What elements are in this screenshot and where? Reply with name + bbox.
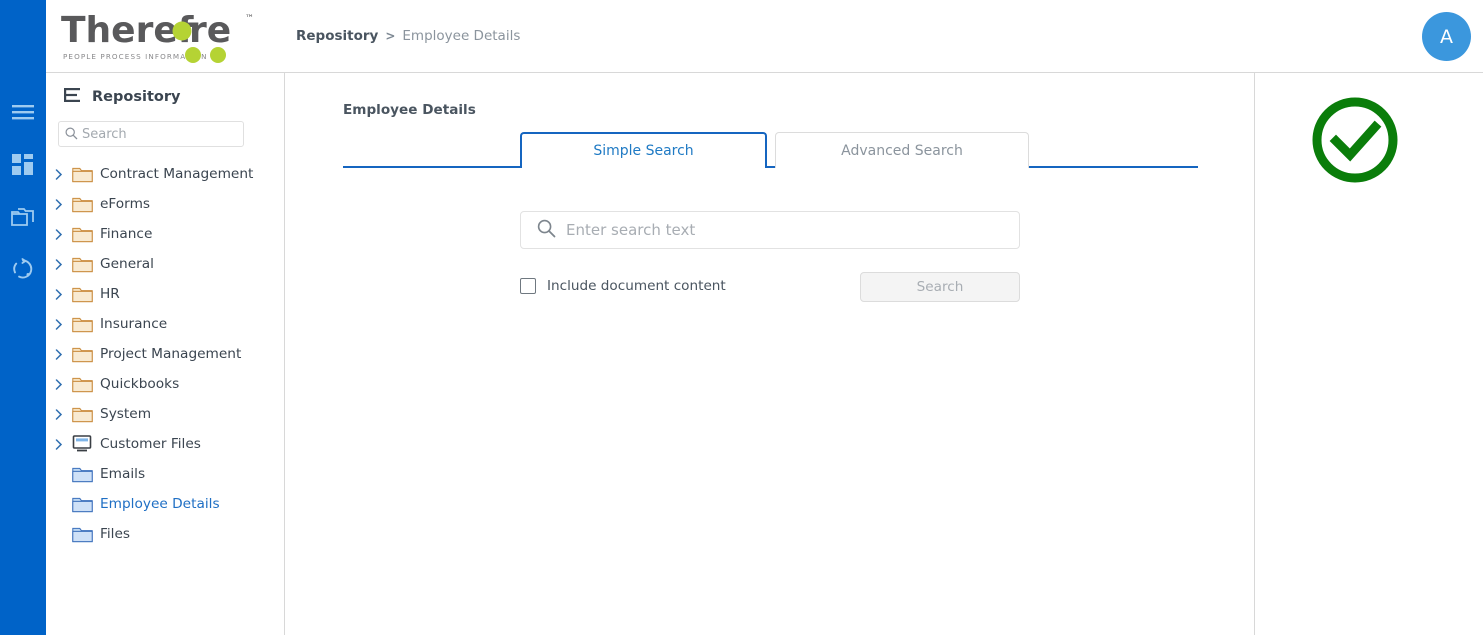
- repository-sidebar: Repository Contract Management eForms Fina…: [46, 73, 285, 635]
- tab-simple-search[interactable]: Simple Search: [520, 132, 767, 168]
- monitor-icon: [72, 435, 94, 453]
- folder-tan-icon: [72, 195, 94, 213]
- repository-header: Repository: [46, 82, 284, 112]
- tree-node-insurance[interactable]: Insurance: [46, 309, 284, 339]
- tree-node-label: eForms: [100, 196, 151, 212]
- chevron-right-icon[interactable]: [52, 227, 66, 241]
- include-document-content-row[interactable]: Include document content: [520, 278, 726, 294]
- tree-node-label: Contract Management: [100, 166, 254, 182]
- folder-tan-icon: [72, 255, 94, 273]
- tree-node-project-management[interactable]: Project Management: [46, 339, 284, 369]
- page-title: Employee Details: [343, 102, 476, 118]
- therefore-logo: Theref re ™ PEOPLE PROCESS INFORMATION: [60, 8, 260, 66]
- folder-tan-icon: [72, 225, 94, 243]
- repository-tree: Contract Management eForms Finance General H…: [46, 157, 284, 549]
- tree-node-finance[interactable]: Finance: [46, 219, 284, 249]
- app-header: Theref re ™ PEOPLE PROCESS INFORMATION R…: [46, 0, 1483, 73]
- tree-node-label: Emails: [100, 466, 146, 482]
- folders-icon[interactable]: [6, 200, 40, 234]
- sync-icon[interactable]: [6, 252, 40, 286]
- tree-node-label: Finance: [100, 226, 153, 242]
- tree-node-eforms[interactable]: eForms: [46, 189, 284, 219]
- chevron-right-icon[interactable]: [52, 257, 66, 271]
- tree-node-label: Insurance: [100, 316, 168, 332]
- app-window: Theref re ™ PEOPLE PROCESS INFORMATION R…: [0, 0, 1483, 635]
- folder-tan-icon: [72, 405, 94, 423]
- tree-node-system[interactable]: System: [46, 399, 284, 429]
- main-content: Employee Details Simple Search Advanced …: [286, 73, 1255, 635]
- breadcrumb-separator: >: [385, 29, 396, 43]
- tree-node-hr[interactable]: HR: [46, 279, 284, 309]
- folder-tan-icon: [72, 315, 94, 333]
- chevron-right-icon[interactable]: [52, 287, 66, 301]
- chevron-right-icon[interactable]: [52, 197, 66, 211]
- tab-underline: [343, 166, 1198, 168]
- search-button[interactable]: Search: [860, 272, 1020, 302]
- folder-tan-icon: [72, 285, 94, 303]
- left-icon-rail: [0, 0, 46, 635]
- chevron-right-icon[interactable]: [52, 377, 66, 391]
- chevron-right-icon[interactable]: [52, 437, 66, 451]
- chevron-right-icon[interactable]: [52, 407, 66, 421]
- tree-node-label: General: [100, 256, 154, 272]
- avatar[interactable]: A: [1422, 12, 1471, 61]
- sidebar-search[interactable]: [58, 121, 244, 147]
- tree-node-quickbooks[interactable]: Quickbooks: [46, 369, 284, 399]
- folder-blue-icon: [72, 495, 94, 513]
- tab-simple-search-label: Simple Search: [593, 143, 694, 159]
- dashboard-icon[interactable]: [6, 148, 40, 182]
- repository-title: Repository: [92, 89, 181, 105]
- include-document-content-label: Include document content: [547, 278, 726, 294]
- tree-node-files[interactable]: Files: [46, 519, 284, 549]
- right-panel: [1256, 73, 1483, 635]
- tree-node-label: HR: [100, 286, 120, 302]
- folder-tan-icon: [72, 375, 94, 393]
- tree-node-label: Employee Details: [100, 496, 220, 512]
- folder-blue-icon: [72, 465, 94, 483]
- svg-text:™: ™: [245, 14, 254, 24]
- folder-blue-icon: [72, 525, 94, 543]
- search-field[interactable]: [520, 211, 1020, 249]
- search-icon: [65, 125, 78, 144]
- breadcrumb-leaf: Employee Details: [402, 28, 521, 44]
- tree-node-employee-details[interactable]: Employee Details: [46, 489, 284, 519]
- tree-node-contract-management[interactable]: Contract Management: [46, 159, 284, 189]
- search-icon: [537, 219, 556, 242]
- breadcrumb: Repository > Employee Details: [296, 28, 520, 44]
- folder-tan-icon: [72, 345, 94, 363]
- search-input[interactable]: [566, 221, 1019, 239]
- tree-node-label: System: [100, 406, 152, 422]
- tree-node-customer-files[interactable]: Customer Files: [46, 429, 284, 459]
- search-button-label: Search: [916, 279, 964, 295]
- svg-text:re: re: [189, 10, 231, 51]
- check-circle-icon: [1310, 95, 1400, 185]
- breadcrumb-root[interactable]: Repository: [296, 28, 378, 44]
- tree-node-general[interactable]: General: [46, 249, 284, 279]
- tab-advanced-search-label: Advanced Search: [841, 142, 963, 159]
- tree-node-label: Quickbooks: [100, 376, 180, 392]
- tab-advanced-search[interactable]: Advanced Search: [775, 132, 1029, 168]
- folder-tan-icon: [72, 165, 94, 183]
- tree-node-label: Customer Files: [100, 436, 201, 452]
- tree-hierarchy-icon: [64, 87, 82, 107]
- tree-node-label: Files: [100, 526, 131, 542]
- search-tabs: Simple Search Advanced Search: [343, 132, 1198, 168]
- include-document-content-checkbox[interactable]: [520, 278, 536, 294]
- tree-node-label: Project Management: [100, 346, 242, 362]
- chevron-right-icon[interactable]: [52, 317, 66, 331]
- tree-node-emails[interactable]: Emails: [46, 459, 284, 489]
- menu-icon[interactable]: [6, 96, 40, 130]
- avatar-initial: A: [1440, 25, 1453, 48]
- chevron-right-icon[interactable]: [52, 347, 66, 361]
- chevron-right-icon[interactable]: [52, 167, 66, 181]
- sidebar-search-input[interactable]: [82, 126, 243, 142]
